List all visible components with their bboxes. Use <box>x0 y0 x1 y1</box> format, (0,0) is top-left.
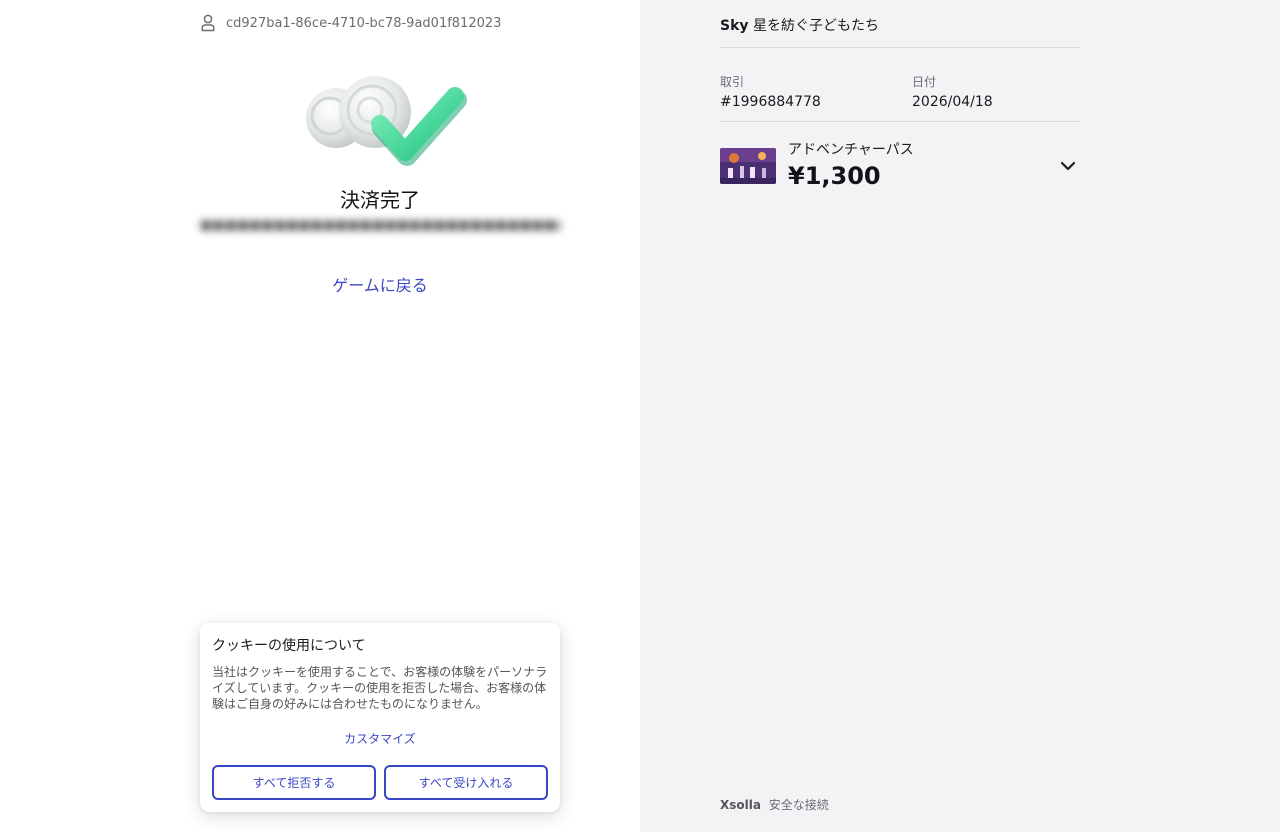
divider <box>720 121 1080 122</box>
order-summary-panel: Sky 星を紡ぐ子どもたち 取引 #1996884778 日付 2026/04/… <box>640 0 1280 832</box>
status-panel: cd927ba1-86ce-4710-bc78-9ad01f812023 決済完… <box>0 0 640 832</box>
user-icon <box>200 14 216 32</box>
item-name: アドベンチャーパス <box>788 142 914 158</box>
transaction-label: 取引 <box>720 75 745 89</box>
user-row: cd927ba1-86ce-4710-bc78-9ad01f812023 <box>200 14 501 32</box>
cookie-consent-card: クッキーの使用について 当社はクッキーを使用することで、お客様の体験をパーソナラ… <box>200 623 560 812</box>
date-label: 日付 <box>912 75 937 89</box>
payment-complete-title: 決済完了 <box>340 188 420 212</box>
game-brand: Sky <box>720 18 749 34</box>
reject-all-button[interactable]: すべて拒否する <box>212 765 376 800</box>
item-price: ¥1,300 <box>788 162 881 190</box>
cookie-button-row: すべて拒否する すべて受け入れる <box>212 765 548 800</box>
user-id: cd927ba1-86ce-4710-bc78-9ad01f812023 <box>226 15 502 31</box>
item-thumbnail <box>720 148 776 184</box>
accept-all-button[interactable]: すべて受け入れる <box>384 765 548 800</box>
xsolla-logo: Xsolla <box>720 798 761 812</box>
chevron-down-icon[interactable] <box>1058 157 1078 175</box>
payment-page: cd927ba1-86ce-4710-bc78-9ad01f812023 決済完… <box>0 0 1280 832</box>
transaction-id: #1996884778 <box>720 94 821 110</box>
divider <box>720 47 1080 48</box>
secure-connection-footer: Xsolla 安全な接続 <box>720 796 829 813</box>
secure-connection-text: 安全な接続 <box>768 798 829 812</box>
success-check-icon <box>300 70 470 170</box>
return-to-game-link[interactable]: ゲームに戻る <box>200 272 560 296</box>
game-name: 星を紡ぐ子どもたち <box>752 18 879 34</box>
cookie-title: クッキーの使用について <box>212 638 366 654</box>
cookie-description: 当社はクッキーを使用することで、お客様の体験をパーソナライズしています。クッキー… <box>212 665 548 711</box>
blurred-confirmation-text: ■■■■■■■■■■■■■■■■■■■■■■■■■■■■■■■■■■■■■■■■… <box>200 218 560 233</box>
cookie-customize-link[interactable]: カスタマイズ <box>212 730 548 747</box>
game-title: Sky 星を紡ぐ子どもたち <box>720 15 879 35</box>
date-value: 2026/04/18 <box>912 94 993 110</box>
